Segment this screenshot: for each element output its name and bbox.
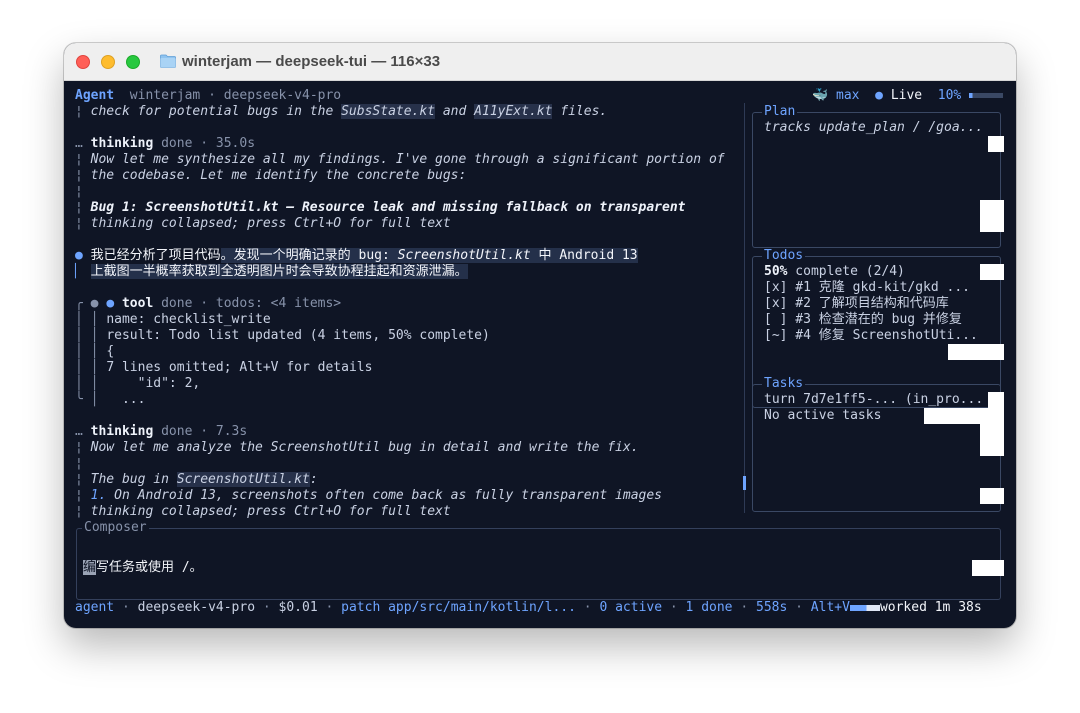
header-right: 🐳 max ● Live 10%	[812, 88, 1004, 104]
terminal-window: winterjam — deepseek-tui — 116×33 Agent …	[64, 43, 1016, 628]
scrollbar-thumb[interactable]	[743, 476, 746, 490]
model-name: deepseek-v4-pro	[223, 88, 342, 103]
status-model: deepseek-v4-pro	[137, 600, 256, 615]
thinking-header[interactable]: … thinking done · 35.0s	[75, 136, 255, 152]
composer-placeholder: 写任务或使用 /。	[96, 560, 203, 575]
whale-icon: 🐳	[812, 88, 829, 103]
effort-level: max	[836, 88, 860, 103]
transcript-line: ¦ Now let me synthesize all my findings.…	[75, 152, 725, 167]
tool-header[interactable]: ╭ ● ● tool done · todos: <4 items>	[75, 296, 341, 312]
plan-title: Plan	[762, 104, 798, 120]
folder-icon	[160, 54, 176, 68]
todo-item[interactable]: [~] #4 修复 ScreenshotUti...	[764, 328, 978, 344]
minimize-window-button[interactable]	[101, 55, 115, 69]
transcript-line: ¦ 1. On Android 13, screenshots often co…	[75, 488, 663, 503]
thinking-header[interactable]: … thinking done · 7.3s	[75, 424, 247, 440]
assistant-message-cont[interactable]: ▏ 上截图一半概率获取到全透明图片时会导致协程挂起和资源泄漏。	[75, 264, 468, 280]
tool-line: │ │ name: checklist_write	[75, 312, 271, 327]
composer-title: Composer	[82, 520, 149, 536]
context-percent: 10%	[937, 88, 962, 103]
tool-line: │ │ "id": 2,	[75, 376, 201, 391]
tool-line: │ │ {	[75, 344, 115, 359]
composer-box[interactable]	[76, 528, 1001, 600]
text-cursor: 编	[83, 560, 97, 575]
status-bar: agent · deepseek-v4-pro · $0.01 · patch …	[75, 600, 982, 615]
close-window-button[interactable]	[76, 55, 90, 69]
transcript-line: ¦ the codebase. Let me identify the conc…	[75, 168, 467, 183]
transcript-line: ¦ Now let me analyze the ScreenshotUtil …	[75, 440, 639, 455]
status-patch: patch app/src/main/kotlin/l...	[341, 600, 576, 615]
live-dot-icon: ●	[875, 88, 883, 103]
window-title: winterjam — deepseek-tui — 116×33	[182, 53, 441, 70]
composer-input[interactable]: 编写任务或使用 /。	[83, 560, 203, 576]
message-dot-icon: ●	[75, 248, 83, 263]
project-name: winterjam	[129, 88, 201, 103]
transcript-line: ¦ check for potential bugs in the SubsSt…	[75, 104, 608, 119]
sidebar-divider	[744, 103, 745, 513]
task-turn[interactable]: turn 7d7e1ff5-... (in_pro...	[764, 392, 983, 408]
tool-line: │ │ 7 lines omitted; Alt+V for details	[75, 360, 373, 375]
todos-title: Todos	[762, 248, 806, 264]
header-left: Agent winterjam · deepseek-v4-pro	[75, 88, 342, 103]
mode-label: Agent	[75, 88, 115, 103]
title-bar: winterjam — deepseek-tui — 116×33	[64, 43, 1016, 81]
live-status: Live	[890, 88, 923, 103]
todo-item[interactable]: [x] #1 克隆 gkd-kit/gkd ...	[764, 280, 970, 296]
todos-summary: 50% complete (2/4)	[764, 264, 905, 279]
todo-item[interactable]: [x] #2 了解项目结构和代码库	[764, 296, 949, 312]
bug-heading: ¦ Bug 1: ScreenshotUtil.kt — Resource le…	[75, 200, 686, 215]
plan-text: tracks update_plan / /goa...	[764, 120, 984, 135]
collapsed-hint: ¦ thinking collapsed; press Ctrl+O for f…	[75, 504, 451, 519]
assistant-message[interactable]: ● 我已经分析了项目代码。发现一个明确记录的 bug: ScreenshotUt…	[75, 248, 638, 264]
zoom-window-button[interactable]	[126, 55, 140, 69]
terminal-area[interactable]: Agent winterjam · deepseek-v4-pro 🐳 max …	[64, 81, 1016, 628]
status-done: 1 done	[685, 600, 733, 615]
status-elapsed: 558s	[756, 600, 788, 615]
status-worked: worked 1m 38s	[879, 600, 982, 615]
tool-line: ╰ │ ...	[75, 392, 146, 407]
no-tasks-text: No active tasks	[764, 408, 882, 423]
status-progress	[849, 604, 880, 611]
status-mode: agent	[75, 600, 115, 615]
collapsed-hint: ¦ thinking collapsed; press Ctrl+O for f…	[75, 216, 451, 231]
tool-line: │ │ result: Todo list updated (4 items, …	[75, 328, 490, 343]
transcript-line: ¦ The bug in ScreenshotUtil.kt:	[75, 472, 318, 487]
context-meter	[969, 93, 1004, 98]
status-altv: Alt+V	[810, 600, 850, 615]
todo-item[interactable]: [ ] #3 检查潜在的 bug 并修复	[764, 312, 962, 328]
status-cost: $0.01	[278, 600, 318, 615]
tasks-title: Tasks	[762, 376, 806, 392]
status-active: 0 active	[599, 600, 663, 615]
